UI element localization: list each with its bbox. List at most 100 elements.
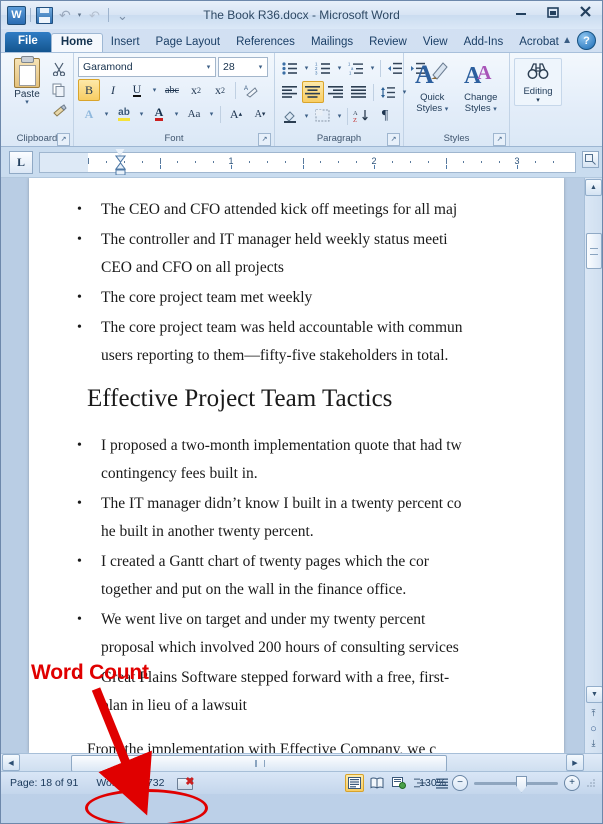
paste-button[interactable]: Paste ▾ xyxy=(5,56,49,106)
chevron-down-icon[interactable]: ▾ xyxy=(254,63,267,71)
paragraph-dialog-launcher[interactable]: ↗ xyxy=(387,133,400,146)
full-screen-reading-view-button[interactable] xyxy=(367,774,386,792)
zoom-in-button[interactable]: + xyxy=(564,775,580,791)
tab-add-ins[interactable]: Add-Ins xyxy=(456,34,512,53)
line-spacing-button[interactable] xyxy=(377,81,399,103)
redo-button[interactable]: ↶ xyxy=(85,6,104,25)
multilevel-list-button[interactable]: 1a1 xyxy=(345,57,367,79)
horizontal-track[interactable] xyxy=(21,755,565,772)
borders-dropdown-icon[interactable]: ▾ xyxy=(335,112,344,120)
vertical-scroll-thumb[interactable] xyxy=(586,233,602,269)
word-count-indicator[interactable]: Words: 55,732 xyxy=(87,772,173,794)
shading-button[interactable] xyxy=(279,105,301,127)
editing-caret-icon[interactable]: ▾ xyxy=(536,97,540,104)
zoom-level-label[interactable]: 130% xyxy=(419,777,446,789)
minimize-button[interactable] xyxy=(508,3,534,21)
tab-mailings[interactable]: Mailings xyxy=(303,34,361,53)
help-icon[interactable]: ? xyxy=(577,31,596,50)
shading-dropdown-icon[interactable]: ▾ xyxy=(302,112,311,120)
change-case-button[interactable]: Aa xyxy=(183,103,205,125)
font-name-combo[interactable]: Garamond ▾ xyxy=(78,57,216,77)
superscript-button[interactable]: x2 xyxy=(209,79,231,101)
scroll-up-button[interactable]: ▲ xyxy=(585,179,602,196)
chevron-down-icon[interactable]: ▾ xyxy=(445,106,449,113)
tab-stop-selector[interactable]: L xyxy=(9,150,33,174)
font-color-dropdown-icon[interactable]: ▾ xyxy=(172,110,181,118)
paste-caret-icon[interactable]: ▾ xyxy=(25,99,29,106)
underline-button[interactable]: U xyxy=(126,79,148,101)
scroll-down-button[interactable]: ▼ xyxy=(586,686,602,703)
align-center-button[interactable] xyxy=(302,81,324,103)
print-layout-view-button[interactable] xyxy=(345,774,364,792)
format-painter-icon[interactable] xyxy=(49,101,69,120)
chevron-up-icon[interactable]: ▲ xyxy=(562,35,572,46)
close-button[interactable] xyxy=(572,3,598,21)
horizontal-scrollbar[interactable]: ◀ ▶ xyxy=(1,753,602,772)
font-color-button[interactable]: A xyxy=(148,103,170,125)
document-text[interactable]: The CEO and CFO attended kick off meetin… xyxy=(29,178,564,753)
tab-view[interactable]: View xyxy=(415,34,456,53)
change-case-dropdown-icon[interactable]: ▾ xyxy=(207,110,216,118)
editing-button[interactable]: Editing ▾ xyxy=(514,58,562,106)
underline-dropdown-icon[interactable]: ▾ xyxy=(150,86,159,94)
text-effects-button[interactable]: A xyxy=(78,103,100,125)
bold-button[interactable]: B xyxy=(78,79,100,101)
save-button[interactable] xyxy=(35,6,54,25)
view-ruler-button[interactable] xyxy=(582,151,599,168)
styles-dialog-launcher[interactable]: ↗ xyxy=(493,133,506,146)
grow-font-button[interactable]: A ▴ xyxy=(225,103,247,125)
show-formatting-marks-button[interactable]: ¶ xyxy=(374,105,396,127)
text-highlight-color-button[interactable]: ab xyxy=(113,103,135,125)
zoom-out-button[interactable]: − xyxy=(452,775,468,791)
vertical-scrollbar[interactable]: ▲ ▼ ⤒ ○ ⤓ xyxy=(584,178,602,753)
maximize-button[interactable] xyxy=(540,3,566,21)
subscript-button[interactable]: x2 xyxy=(185,79,207,101)
tab-acrobat[interactable]: Acrobat xyxy=(511,34,567,53)
document-page[interactable]: The CEO and CFO attended kick off meetin… xyxy=(29,178,564,753)
tab-file[interactable]: File xyxy=(5,31,51,52)
shrink-font-button[interactable]: A ▾ xyxy=(249,103,271,125)
italic-button[interactable]: I xyxy=(102,79,124,101)
previous-page-button[interactable]: ⤒ xyxy=(586,706,601,721)
copy-icon[interactable] xyxy=(49,80,69,99)
indent-marker-icon[interactable] xyxy=(115,148,126,175)
sort-button[interactable]: AZ xyxy=(351,105,373,127)
bullets-button[interactable] xyxy=(279,57,301,79)
tab-insert[interactable]: Insert xyxy=(103,34,148,53)
page-indicator[interactable]: Page: 18 of 91 xyxy=(1,772,87,794)
zoom-slider-thumb[interactable] xyxy=(516,775,527,793)
chevron-down-icon[interactable]: ▾ xyxy=(202,63,215,71)
cut-icon[interactable] xyxy=(49,59,69,78)
proofing-errors-icon[interactable]: ✖ xyxy=(177,776,194,791)
bullets-dropdown-icon[interactable]: ▾ xyxy=(302,64,311,72)
undo-button[interactable]: ↷ xyxy=(55,6,74,25)
horizontal-scroll-thumb[interactable] xyxy=(71,755,447,772)
undo-dropdown-button[interactable]: ▾ xyxy=(75,6,84,25)
decrease-indent-button[interactable] xyxy=(384,57,406,79)
font-dialog-launcher[interactable]: ↗ xyxy=(258,133,271,146)
chevron-down-icon[interactable]: ▾ xyxy=(493,106,497,113)
text-effects-dropdown-icon[interactable]: ▾ xyxy=(102,110,111,118)
borders-button[interactable] xyxy=(312,105,334,127)
tab-review[interactable]: Review xyxy=(361,34,415,53)
highlight-dropdown-icon[interactable]: ▾ xyxy=(137,110,146,118)
justify-button[interactable] xyxy=(348,81,370,103)
tab-page-layout[interactable]: Page Layout xyxy=(148,34,229,53)
customize-qat-button[interactable]: ⌄ xyxy=(113,6,132,25)
scroll-right-button[interactable]: ▶ xyxy=(566,754,584,771)
next-page-button[interactable]: ⤓ xyxy=(586,736,601,751)
tab-references[interactable]: References xyxy=(228,34,303,53)
multilevel-dropdown-icon[interactable]: ▾ xyxy=(368,64,377,72)
resize-grip-icon[interactable] xyxy=(586,778,596,788)
select-browse-object-button[interactable]: ○ xyxy=(586,721,601,736)
quick-styles-button[interactable]: A Quick Styles ▾ xyxy=(408,59,457,115)
word-logo-button[interactable]: W xyxy=(7,5,26,25)
font-size-combo[interactable]: 28 ▾ xyxy=(218,57,268,77)
clear-formatting-button[interactable]: A xyxy=(240,79,262,101)
numbering-dropdown-icon[interactable]: ▾ xyxy=(335,64,344,72)
align-left-button[interactable] xyxy=(279,81,301,103)
horizontal-ruler[interactable]: 123 xyxy=(39,148,576,175)
change-styles-button[interactable]: AA Change Styles ▾ xyxy=(457,59,506,115)
web-layout-view-button[interactable] xyxy=(389,774,408,792)
numbering-button[interactable]: 123 xyxy=(312,57,334,79)
